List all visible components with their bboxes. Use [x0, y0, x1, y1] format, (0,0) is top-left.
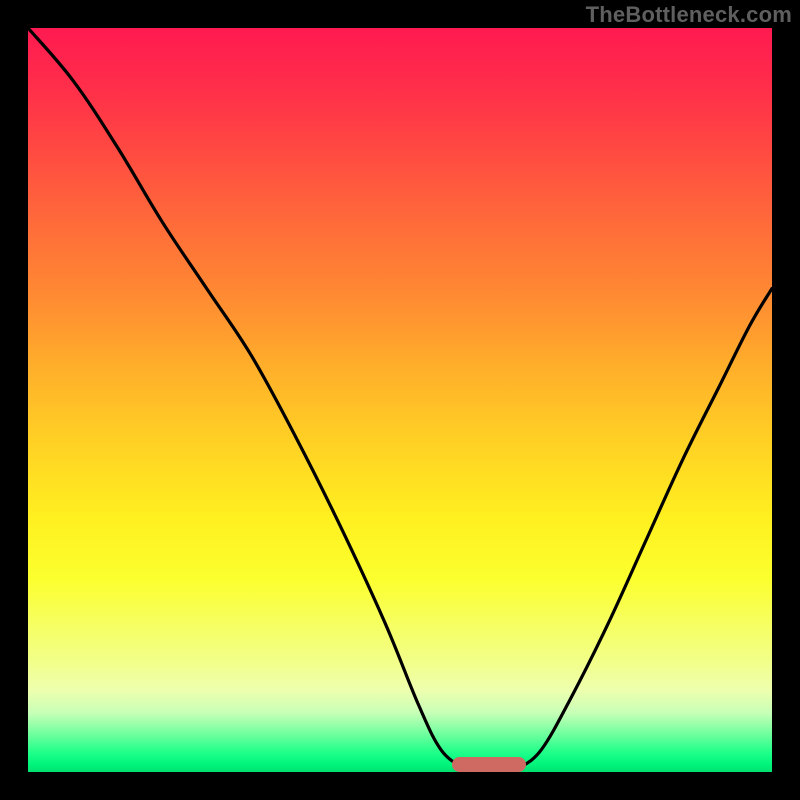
- curves-layer: [28, 28, 772, 772]
- right-curve: [519, 288, 772, 768]
- plot-area: [28, 28, 772, 772]
- bottleneck-marker: [452, 757, 526, 772]
- left-curve: [28, 28, 463, 768]
- chart-frame: TheBottleneck.com: [0, 0, 800, 800]
- watermark-text: TheBottleneck.com: [586, 2, 792, 28]
